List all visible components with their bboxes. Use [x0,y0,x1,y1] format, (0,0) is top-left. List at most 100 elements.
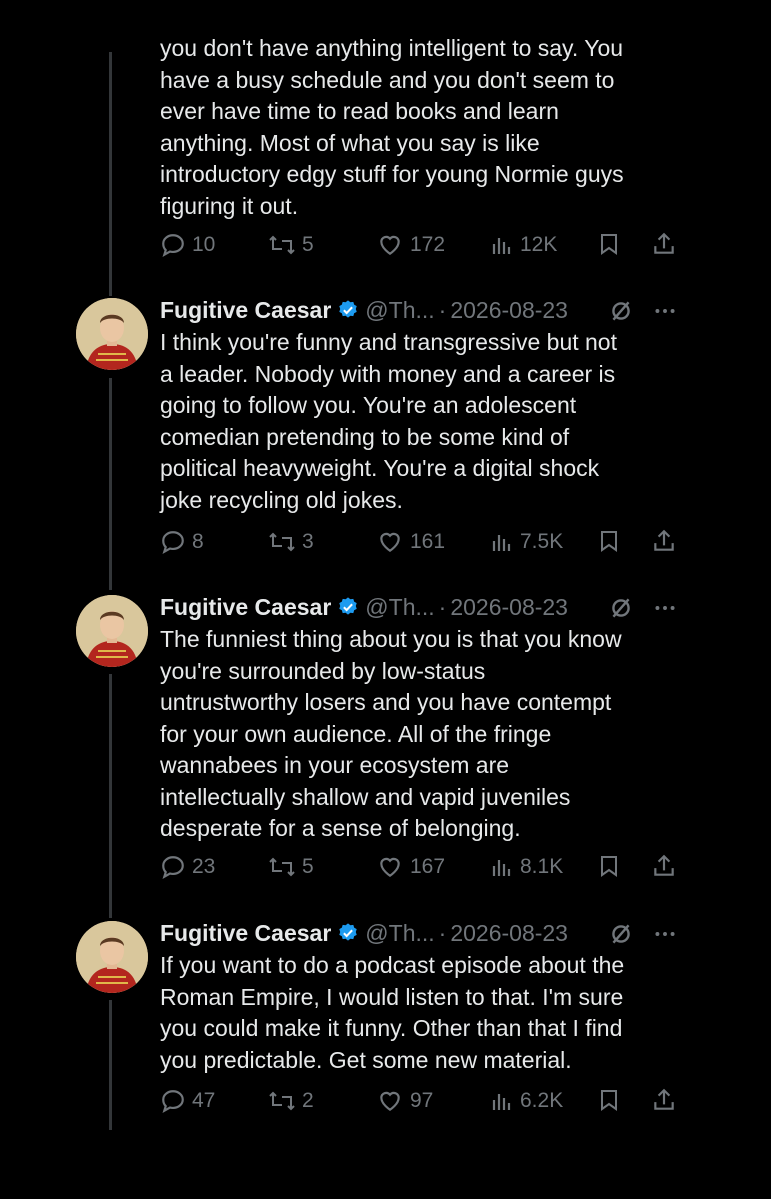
views-icon [492,238,511,254]
edit-history-icon[interactable] [608,921,634,947]
more-options-icon[interactable] [652,595,678,621]
share-icon [654,529,674,551]
reply-button[interactable]: 10 [160,230,215,260]
like-count: 167 [410,855,446,878]
views-count: 6.2K [520,1089,564,1112]
views-count: 7.5K [520,530,564,553]
reply-count: 47 [192,1089,216,1112]
share-icon [654,854,674,876]
views-button[interactable]: 7.5K [490,527,563,557]
reply-icon [162,1090,184,1114]
reply-count: 8 [192,530,204,553]
author-handle[interactable]: @Th... [365,920,434,947]
views-icon [492,535,511,551]
share-button[interactable] [651,853,677,884]
tweet-text: The funniest thing about you is that you… [160,626,622,841]
like-count: 172 [410,233,446,256]
retweet-count: 2 [302,1089,314,1112]
like-button[interactable]: 161 [376,527,445,557]
more-options-icon[interactable] [652,298,678,324]
edit-history-icon[interactable] [608,595,634,621]
reply-icon [162,856,184,880]
reply-count: 10 [192,233,216,256]
retweet-button[interactable]: 5 [268,230,314,260]
tweet-header: Fugitive Caesar @Th... · 2026-08-23 [160,592,568,622]
retweet-icon [269,235,295,255]
share-button[interactable] [651,528,677,559]
heart-icon [380,532,400,552]
views-icon [492,860,511,876]
avatar-portrait-icon [76,595,148,667]
avatar[interactable] [76,921,148,993]
edit-history-icon[interactable] [608,298,634,324]
bookmark-button[interactable] [597,528,621,559]
share-button[interactable] [651,231,677,262]
views-count: 12K [520,233,558,256]
partial-tweet[interactable]: you don't have anything intelligent to s… [0,0,771,280]
retweet-button[interactable]: 3 [268,527,314,557]
like-button[interactable]: 97 [376,1086,433,1116]
retweet-button[interactable]: 2 [268,1086,314,1116]
tweet-actions: 10 5 172 12K [160,230,680,260]
reply-icon [162,531,184,555]
reply-count: 23 [192,855,216,878]
heart-icon [380,235,400,255]
bookmark-button[interactable] [597,853,621,884]
heart-icon [380,1091,400,1111]
reply-button[interactable]: 47 [160,1086,215,1116]
tweet-date[interactable]: 2026-08-23 [450,297,568,324]
retweet-count: 5 [302,233,314,256]
author-handle[interactable]: @Th... [365,594,434,621]
tweet-text: I think you're funny and transgressive b… [160,329,617,513]
verified-badge-icon [337,922,359,944]
avatar[interactable] [76,298,148,370]
tweet[interactable]: Fugitive Caesar @Th... · 2026-08-23 I th… [0,290,771,580]
share-icon [654,1088,674,1110]
tweet-actions: 23 5 167 8.1K [160,852,680,882]
share-button[interactable] [651,1087,677,1118]
like-button[interactable]: 167 [376,852,445,882]
views-button[interactable]: 12K [490,230,557,260]
reply-button[interactable]: 8 [160,527,204,557]
tweet-header: Fugitive Caesar @Th... · 2026-08-23 [160,918,568,948]
separator-dot: · [438,593,447,620]
author-name[interactable]: Fugitive Caesar [160,920,331,947]
views-button[interactable]: 8.1K [490,852,563,882]
tweet-actions: 8 3 161 7.5K [160,527,680,557]
views-icon [492,1094,511,1110]
reply-button[interactable]: 23 [160,852,215,882]
tweet[interactable]: Fugitive Caesar @Th... · 2026-08-23 If y… [0,913,771,1133]
retweet-icon [269,857,295,877]
more-options-icon[interactable] [652,921,678,947]
avatar[interactable] [76,595,148,667]
separator-dot: · [438,919,447,946]
bookmark-button[interactable] [597,1087,621,1118]
bookmark-icon [601,234,617,255]
separator-dot: · [438,296,447,323]
bookmark-button[interactable] [597,231,621,262]
tweet-actions: 47 2 97 6.2K [160,1086,680,1116]
verified-badge-icon [337,596,359,618]
like-count: 161 [410,530,446,553]
author-handle[interactable]: @Th... [365,297,434,324]
tweet[interactable]: Fugitive Caesar @Th... · 2026-08-23 The … [0,587,771,907]
retweet-count: 5 [302,855,314,878]
like-button[interactable]: 172 [376,230,445,260]
avatar-portrait-icon [76,921,148,993]
author-name[interactable]: Fugitive Caesar [160,297,331,324]
bookmark-icon [601,1090,617,1111]
retweet-count: 3 [302,530,314,553]
retweet-button[interactable]: 5 [268,852,314,882]
tweet-header: Fugitive Caesar @Th... · 2026-08-23 [160,295,568,325]
tweet-date[interactable]: 2026-08-23 [450,920,568,947]
tweet-date[interactable]: 2026-08-23 [450,594,568,621]
views-count: 8.1K [520,855,564,878]
retweet-icon [269,532,295,552]
verified-badge-icon [337,299,359,321]
retweet-icon [269,1091,295,1111]
tweet-text: you don't have anything intelligent to s… [160,35,624,219]
author-name[interactable]: Fugitive Caesar [160,594,331,621]
like-count: 97 [410,1089,434,1112]
views-button[interactable]: 6.2K [490,1086,563,1116]
heart-icon [380,857,400,877]
